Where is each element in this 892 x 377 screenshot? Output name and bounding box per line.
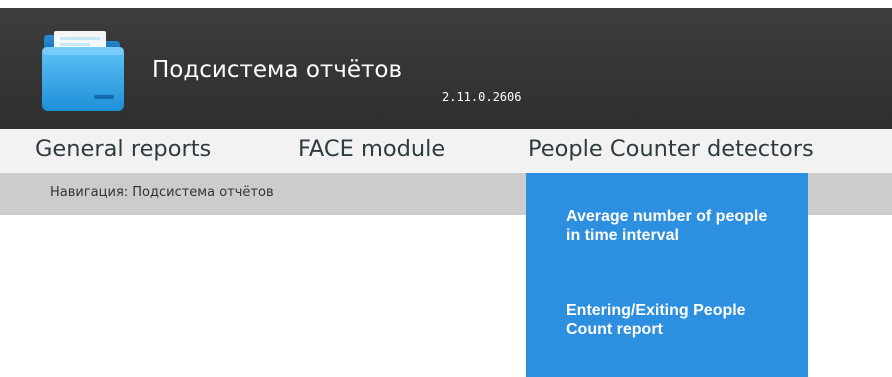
people-counter-dropdown: Average number of people in time interva… bbox=[526, 173, 808, 377]
dropdown-item-entering-exiting-report[interactable]: Entering/Exiting People Count report bbox=[566, 301, 781, 339]
app-version: 2.11.0.2606 bbox=[442, 90, 522, 104]
app-header: Подсистема отчётов 2.11.0.2606 bbox=[0, 8, 892, 129]
folder-icon bbox=[42, 31, 124, 111]
dropdown-item-average-people[interactable]: Average number of people in time interva… bbox=[566, 207, 771, 245]
main-menu: General reports FACE module People Count… bbox=[0, 129, 892, 173]
menu-item-general-reports[interactable]: General reports bbox=[35, 136, 211, 162]
app-title: Подсистема отчётов bbox=[152, 57, 403, 83]
breadcrumb: Навигация: Подсистема отчётов bbox=[50, 185, 274, 200]
menu-item-people-counter-detectors[interactable]: People Counter detectors bbox=[528, 136, 814, 162]
menu-item-face-module[interactable]: FACE module bbox=[298, 136, 445, 162]
